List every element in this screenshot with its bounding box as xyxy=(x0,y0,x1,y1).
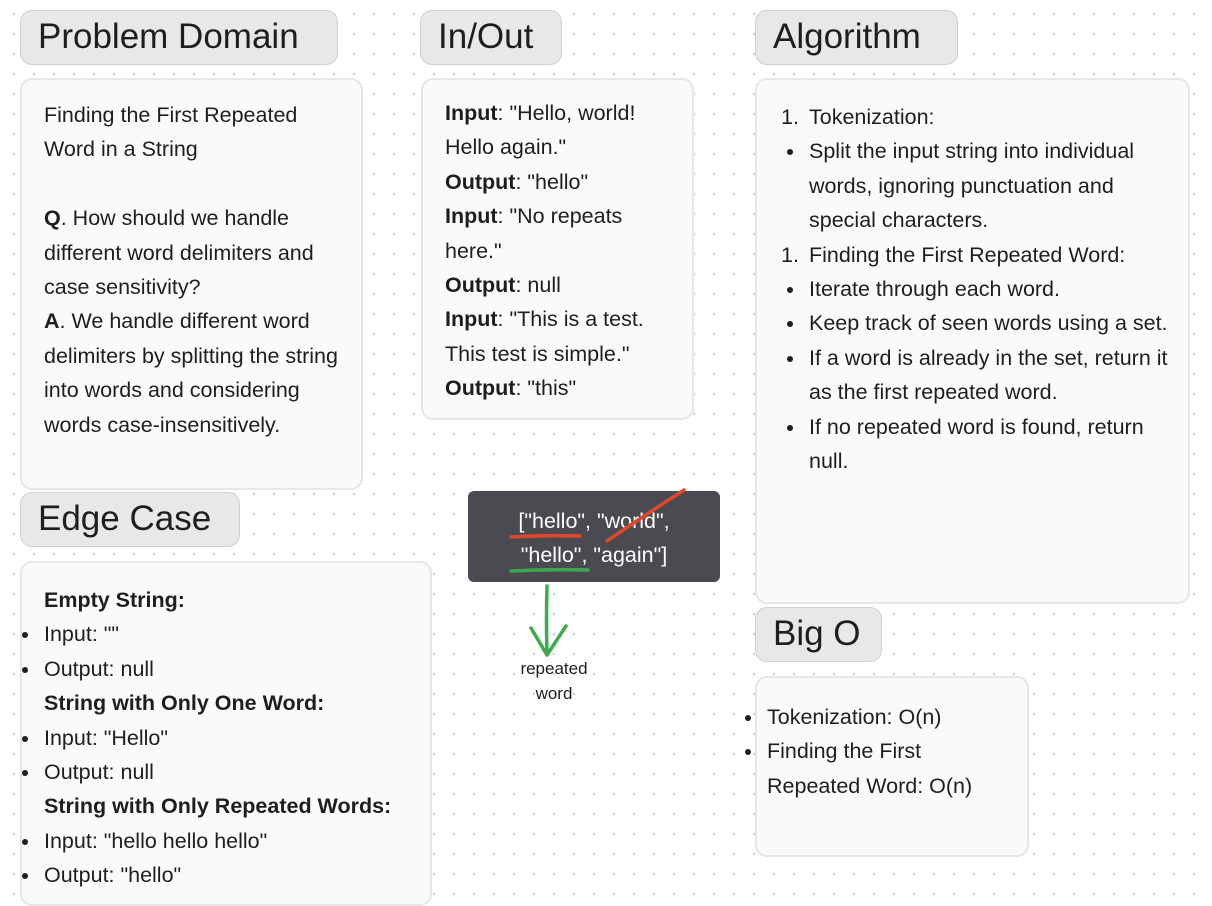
repeated-word-note: repeated word xyxy=(520,659,588,703)
edge-case-item: Output: null xyxy=(22,652,422,686)
example-3-output: Output: "this" xyxy=(445,376,577,401)
algorithm-step-1: 1. Tokenization: xyxy=(781,105,935,129)
example-1-input: Input: "Hello, world! Hello again." xyxy=(445,101,636,160)
example-array-line-1: ["hello", "world", xyxy=(518,509,670,533)
edge-case-item: Output: "hello" xyxy=(22,858,422,892)
algorithm-step-2-bullet: If no repeated word is found, return nul… xyxy=(787,410,1176,479)
algorithm-step-2-bullet: If a word is already in the set, return … xyxy=(787,341,1176,410)
in-out-card: Input: "Hello, world! Hello again." Outp… xyxy=(421,78,694,420)
edge-case-heading: String with Only Repeated Words: xyxy=(44,794,392,819)
algorithm-step-2-bullet: Iterate through each word. xyxy=(787,272,1176,306)
example-array-box: ["hello", "world", "hello", "again"] xyxy=(468,491,720,582)
arrow-shaft-green xyxy=(544,584,549,656)
algorithm-title: Algorithm xyxy=(755,10,958,65)
answer-text: A. We handle different word delimiters b… xyxy=(44,309,338,437)
example-2-output: Output: null xyxy=(445,273,561,298)
edge-case-heading: String with Only One Word: xyxy=(44,691,325,716)
example-1-output: Output: "hello" xyxy=(445,169,589,194)
big-o-title: Big O xyxy=(755,607,882,662)
algorithm-step-2-bullet: Keep track of seen words using a set. xyxy=(787,306,1176,340)
problem-statement: Finding the First Repeated Word in a Str… xyxy=(44,103,298,162)
example-array-line-2: "hello", "again"] xyxy=(520,543,668,568)
arrow-head-green xyxy=(529,624,568,657)
algorithm-card: 1. Tokenization: Split the input string i… xyxy=(755,78,1190,604)
big-o-item: Finding the First Repeated Word: O(n) xyxy=(745,734,1017,803)
problem-domain-card: Finding the First Repeated Word in a Str… xyxy=(20,78,363,490)
edge-case-title: Edge Case xyxy=(20,492,240,547)
edge-case-heading: Empty String: xyxy=(44,588,185,612)
problem-domain-title: Problem Domain xyxy=(20,10,338,65)
edge-case-item: Input: "hello hello hello" xyxy=(22,824,422,858)
algorithm-step-1-bullet: Split the input string into individual w… xyxy=(787,134,1176,237)
example-2-input: Input: "No repeats here." xyxy=(445,204,623,263)
example-3-input: Input: "This is a test. This test is sim… xyxy=(445,307,644,366)
edge-case-item: Input: "Hello" xyxy=(22,721,422,755)
in-out-title: In/Out xyxy=(420,10,562,65)
big-o-card: Tokenization: O(n) Finding the First Rep… xyxy=(745,676,1029,857)
edge-case-item: Output: null xyxy=(22,755,422,789)
algorithm-step-2: 1. Finding the First Repeated Word: xyxy=(781,242,1126,267)
edge-case-card: Empty String: Input: "" Output: null Str… xyxy=(20,561,432,906)
big-o-item: Tokenization: O(n) xyxy=(745,700,1017,734)
question-text: Q. How should we handle different word d… xyxy=(44,206,314,300)
edge-case-item: Input: "" xyxy=(22,617,422,651)
